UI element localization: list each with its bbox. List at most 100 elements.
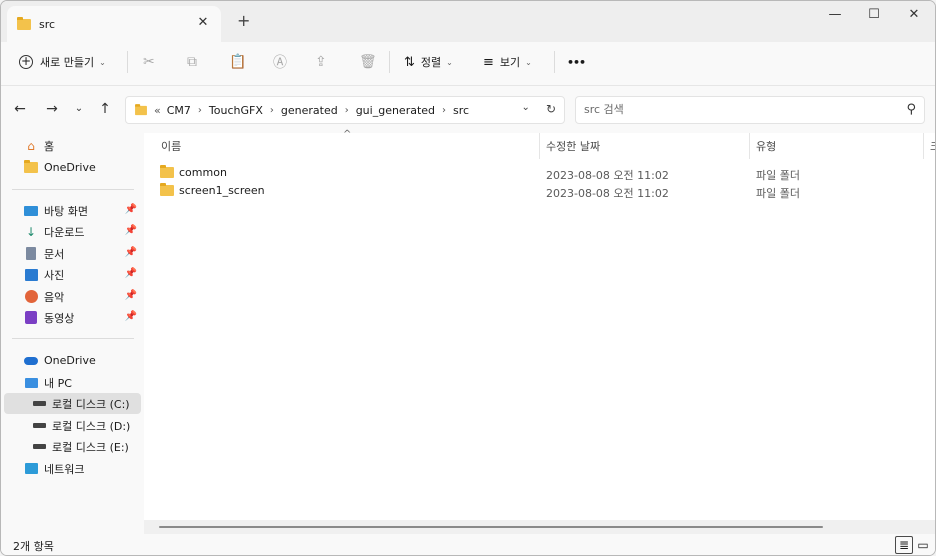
sidebar-item-music[interactable]: 음악 📌 xyxy=(4,286,141,307)
pictures-icon xyxy=(24,268,38,282)
sidebar-item-network[interactable]: 네트워크 xyxy=(4,458,141,479)
sidebar-item-label: 문서 xyxy=(44,247,65,261)
new-tab-button[interactable]: + xyxy=(237,13,250,29)
back-arrow-icon[interactable]: ← xyxy=(12,101,28,117)
file-date: 2023-08-08 오전 11:02 xyxy=(546,187,669,200)
sidebar-item-label: 홈 xyxy=(44,139,55,153)
rename-icon[interactable]: Ⓐ xyxy=(273,51,287,73)
sidebar-item-videos[interactable]: 동영상 📌 xyxy=(4,307,141,328)
address-bar[interactable]: « CM7 › TouchGFX › generated › gui_gener… xyxy=(125,96,565,124)
column-divider[interactable] xyxy=(539,133,540,159)
large-icons-view-icon[interactable]: ▭ xyxy=(914,536,932,554)
pin-icon[interactable]: 📌 xyxy=(125,311,137,322)
search-input[interactable] xyxy=(584,103,884,116)
chevron-down-icon: ⌄ xyxy=(446,57,453,67)
breadcrumb-item[interactable]: CM7 xyxy=(167,104,191,117)
address-history-chevron-icon[interactable]: ⌄ xyxy=(522,102,530,116)
sidebar-item-downloads[interactable]: ↓ 다운로드 📌 xyxy=(4,221,141,242)
chevron-right-icon[interactable]: › xyxy=(198,105,202,116)
download-icon: ↓ xyxy=(25,224,37,239)
minimize-button[interactable]: — xyxy=(820,7,850,25)
more-options-button[interactable]: ••• xyxy=(567,51,586,73)
pin-icon[interactable]: 📌 xyxy=(125,290,137,301)
pin-icon[interactable]: 📌 xyxy=(125,247,137,258)
maximize-button[interactable]: ☐ xyxy=(859,7,889,25)
column-divider[interactable] xyxy=(923,133,924,159)
delete-icon[interactable]: 🗑 xyxy=(359,51,377,73)
file-name: common xyxy=(179,166,227,179)
item-count: 2개 항목 xyxy=(13,540,54,553)
view-button[interactable]: ≡ 보기 ⌄ xyxy=(483,51,532,73)
sidebar-item-onedrive[interactable]: OneDrive xyxy=(4,350,141,371)
recent-locations-chevron-icon[interactable]: ⌄ xyxy=(71,101,87,117)
breadcrumb-item[interactable]: generated xyxy=(281,104,338,117)
pin-icon[interactable]: 📌 xyxy=(125,268,137,279)
copy-icon[interactable]: ⧉ xyxy=(187,51,197,73)
chevron-down-icon: ⌄ xyxy=(525,57,532,67)
sidebar-item-pictures[interactable]: 사진 📌 xyxy=(4,264,141,285)
drive-icon xyxy=(32,419,46,433)
file-explorer-window: src ✕ + — ☐ ✕ + 새로 만들기 ⌄ ✂ ⧉ 📋 Ⓐ ⇪ 🗑 ⇅ 정… xyxy=(0,0,936,556)
sort-label: 정렬 xyxy=(420,56,442,69)
status-bar xyxy=(1,534,935,555)
details-view-icon[interactable]: ≣ xyxy=(895,536,913,554)
folder-icon xyxy=(160,165,174,178)
sidebar-item-drive-d[interactable]: 로컬 디스크 (D:) xyxy=(4,415,141,436)
up-arrow-icon[interactable]: ↑ xyxy=(97,101,113,117)
folder-icon xyxy=(24,160,38,175)
sort-button[interactable]: ⇅ 정렬 ⌄ xyxy=(404,51,453,73)
sidebar-item-label: 바탕 화면 xyxy=(44,204,88,218)
breadcrumb-item[interactable]: src xyxy=(453,104,469,117)
sort-ascending-caret-icon: ^ xyxy=(343,129,352,140)
table-row[interactable]: screen1_screen 2023-08-08 오전 11:02 파일 폴더 xyxy=(154,183,924,201)
pin-icon[interactable]: 📌 xyxy=(125,204,137,215)
chevron-right-icon[interactable]: › xyxy=(345,105,349,116)
chevron-right-icon[interactable]: › xyxy=(270,105,274,116)
file-type: 파일 폴더 xyxy=(756,169,800,182)
sort-icon: ⇅ xyxy=(404,54,415,70)
file-name: screen1_screen xyxy=(179,184,265,197)
breadcrumb-overflow[interactable]: « xyxy=(154,104,161,117)
tab-close-icon[interactable]: ✕ xyxy=(195,15,211,31)
column-divider[interactable] xyxy=(749,133,750,159)
paste-icon[interactable]: 📋 xyxy=(229,51,246,73)
new-button[interactable]: + 새로 만들기 ⌄ xyxy=(19,51,106,73)
pin-icon[interactable]: 📌 xyxy=(125,225,137,236)
chevron-right-icon[interactable]: › xyxy=(442,105,446,116)
drive-icon xyxy=(32,440,46,454)
sidebar-item-desktop[interactable]: 바탕 화면 📌 xyxy=(4,200,141,221)
search-icon[interactable]: ⚲ xyxy=(906,102,916,117)
tab-src[interactable]: src ✕ xyxy=(7,6,221,42)
sidebar-item-home[interactable]: ⌂ 홈 xyxy=(4,135,141,156)
horizontal-scrollbar-thumb[interactable] xyxy=(159,526,823,528)
forward-arrow-icon[interactable]: → xyxy=(44,101,60,117)
cut-icon[interactable]: ✂ xyxy=(143,51,155,73)
breadcrumb-item[interactable]: gui_generated xyxy=(356,104,435,117)
view-lines-icon: ≡ xyxy=(483,54,494,70)
search-box[interactable]: ⚲ xyxy=(575,96,925,124)
command-bar xyxy=(1,42,935,83)
cloud-icon xyxy=(24,354,38,368)
close-window-button[interactable]: ✕ xyxy=(899,7,929,25)
sidebar-item-onedrive-top[interactable]: OneDrive xyxy=(4,157,141,178)
column-header-name[interactable]: 이름 xyxy=(161,138,181,154)
table-row[interactable]: common 2023-08-08 오전 11:02 파일 폴더 xyxy=(154,165,924,183)
sidebar-item-label: OneDrive xyxy=(44,161,96,174)
breadcrumb-item[interactable]: TouchGFX xyxy=(209,104,263,117)
column-header-type[interactable]: 유형 xyxy=(756,138,776,154)
sidebar-item-drive-c[interactable]: 로컬 디스크 (C:) xyxy=(4,393,141,414)
computer-icon xyxy=(24,376,38,390)
sidebar-item-drive-e[interactable]: 로컬 디스크 (E:) xyxy=(4,436,141,457)
sidebar-item-documents[interactable]: 문서 📌 xyxy=(4,243,141,264)
sidebar-item-this-pc[interactable]: 내 PC xyxy=(4,372,141,393)
chevron-down-icon: ⌄ xyxy=(99,57,106,67)
column-header-date[interactable]: 수정한 날짜 xyxy=(546,138,600,154)
sidebar-item-label: 로컬 디스크 (C:) xyxy=(52,397,130,411)
home-icon: ⌂ xyxy=(27,138,35,153)
column-header-size[interactable]: 크 xyxy=(930,138,935,154)
address-actions: ⌄ ↻ xyxy=(522,102,556,116)
share-icon[interactable]: ⇪ xyxy=(315,51,327,73)
folder-icon xyxy=(160,183,174,196)
sidebar-item-label: 네트워크 xyxy=(44,462,85,476)
refresh-icon[interactable]: ↻ xyxy=(546,102,556,116)
